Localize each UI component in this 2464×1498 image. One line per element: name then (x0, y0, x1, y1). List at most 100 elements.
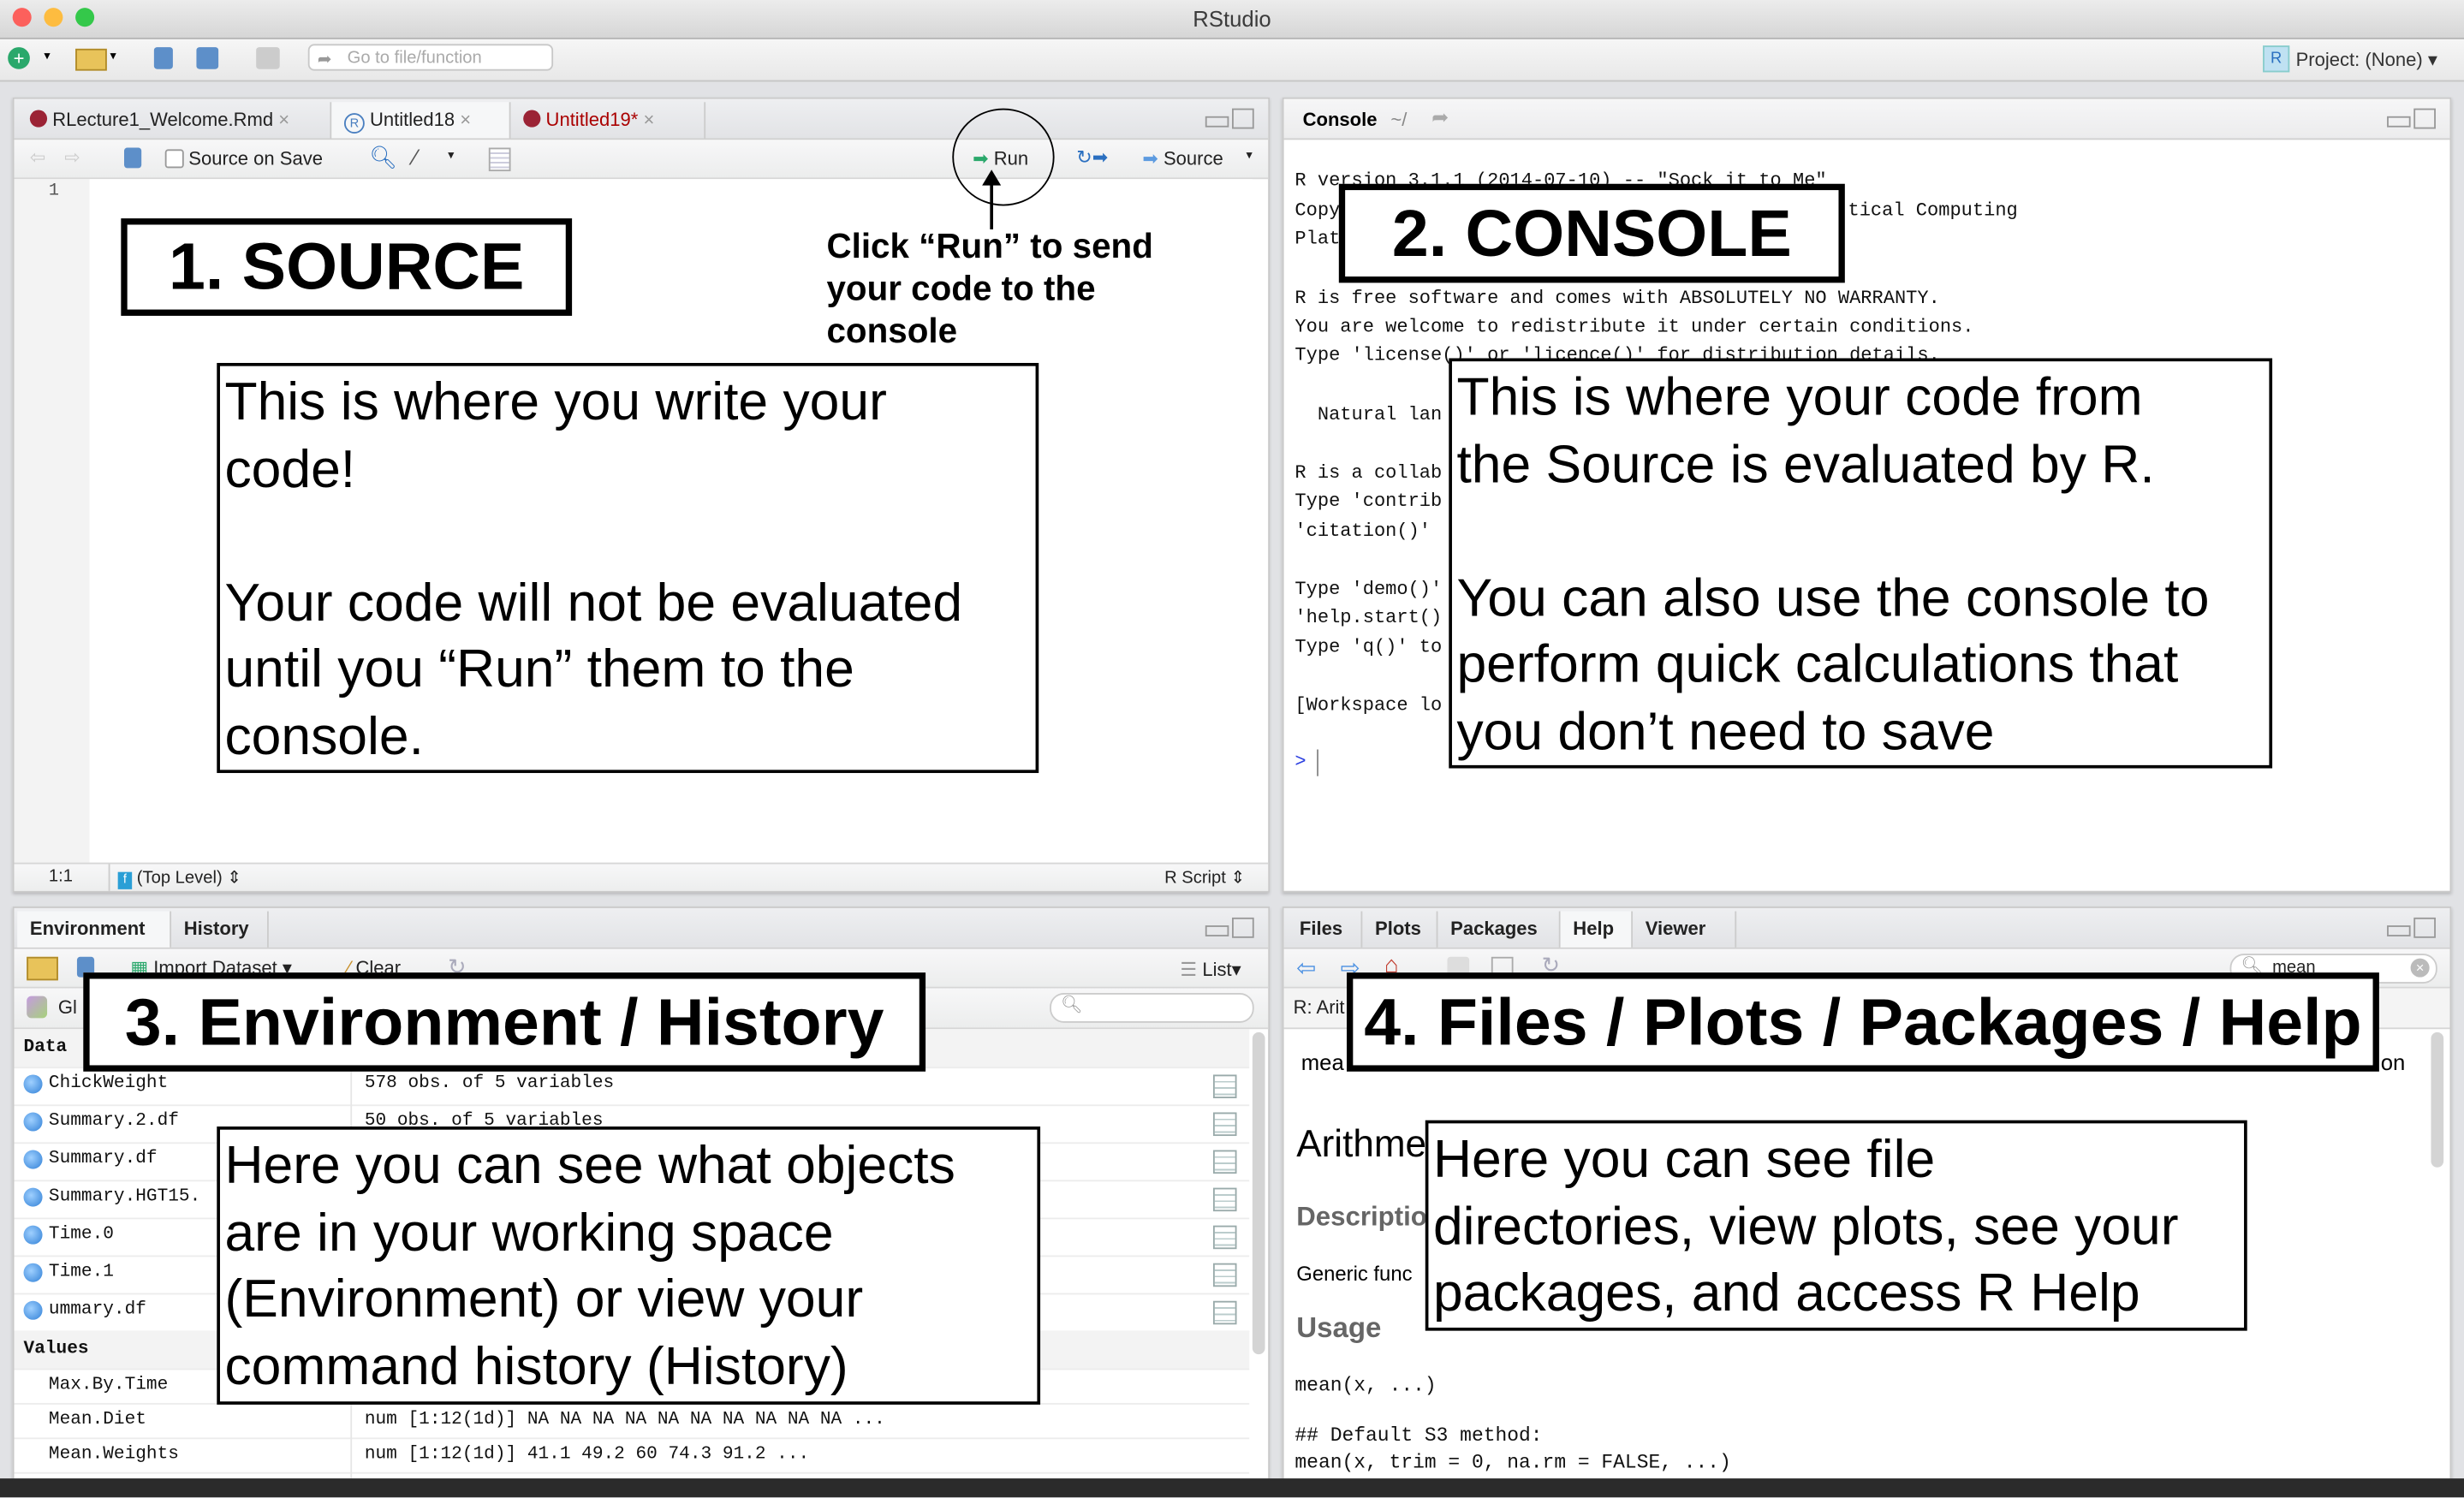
window-title: RStudio (1193, 6, 1271, 32)
annotation-source-title: 1. SOURCE (121, 218, 573, 316)
cursor-position: 1:1 (48, 867, 73, 887)
chevron-down-icon[interactable]: ▾ (110, 49, 116, 63)
expand-icon[interactable] (23, 1187, 43, 1207)
console-line: You are welcome to redistribute it under… (1294, 315, 1974, 338)
close-tab-icon[interactable]: × (278, 109, 289, 131)
environment-search-input[interactable]: 🔍︎ (1050, 993, 1254, 1023)
expand-icon[interactable] (23, 1225, 43, 1245)
go-to-directory-icon[interactable]: ➦ (1431, 105, 1449, 130)
source-button[interactable]: ➡ Source (1142, 148, 1223, 170)
expand-icon[interactable] (23, 1300, 43, 1320)
project-menu[interactable]: Project: (None) ▾ (2296, 49, 2437, 71)
env-row[interactable]: Mean.Weights num [1:12(1d)] 41.1 49.2 60 … (14, 1437, 1250, 1474)
go-to-file-input[interactable]: Go to file/function (307, 44, 554, 71)
console-line: 'help.start() (1294, 606, 1443, 629)
chevron-down-icon[interactable]: ▾ (448, 148, 454, 163)
arrow-icon: ➦ (317, 50, 332, 69)
line-number: 1 (48, 181, 60, 201)
source-arrow-icon: ➡ (1142, 147, 1158, 170)
line-gutter: 1 (14, 179, 90, 863)
main-toolbar: + ▾ ▾ Go to file/function ➦ R Project: (… (0, 39, 2464, 82)
global-environment-icon (27, 996, 48, 1019)
console-line: Type 'demo()' (1294, 578, 1443, 601)
expand-icon[interactable] (23, 1112, 43, 1132)
minimize-maximize-icon[interactable] (2387, 917, 2437, 938)
print-icon[interactable] (256, 47, 280, 69)
forward-icon[interactable]: ⇨ (64, 146, 80, 169)
close-tab-icon[interactable]: × (643, 109, 654, 131)
tab-history[interactable]: History (171, 911, 269, 948)
function-icon: f (117, 871, 133, 889)
save-icon[interactable] (153, 47, 173, 69)
rmd-file-icon (29, 110, 48, 128)
tab-environment[interactable]: Environment (17, 911, 172, 948)
console-header: Console ~/ ➦ (1283, 98, 2450, 140)
load-workspace-icon[interactable] (27, 956, 58, 981)
source-tabs: RLecture1_Welcome.Rmd × R Untitled18 × U… (14, 98, 1269, 140)
arrow-line (990, 181, 994, 229)
annotation-run-hint: Click “Run” to send your code to the conso… (826, 226, 1153, 351)
environment-scope-selector[interactable]: Gl (58, 996, 77, 1019)
annotation-files-desc: Here you can see file directories, view p… (1425, 1120, 2247, 1331)
back-icon[interactable]: ⇦ (1296, 954, 1316, 982)
scope-selector[interactable]: f (Top Level) ⇕ (117, 867, 241, 889)
close-tab-icon[interactable]: × (460, 109, 471, 131)
chevron-down-icon[interactable]: ▾ (1247, 148, 1253, 163)
save-icon[interactable] (124, 147, 142, 169)
rerun-icon[interactable]: ↻➡ (1076, 146, 1108, 169)
tab-untitled19[interactable]: Untitled19* × (511, 102, 706, 139)
view-table-icon[interactable] (1212, 1225, 1237, 1250)
view-mode-selector[interactable]: ☰ List▾ (1180, 959, 1241, 981)
expand-icon[interactable] (23, 1074, 43, 1094)
minimize-maximize-icon[interactable] (1205, 917, 1256, 938)
console-prompt: > (1294, 751, 1306, 774)
back-icon[interactable]: ⇦ (30, 146, 45, 169)
new-file-icon[interactable]: + (8, 47, 30, 69)
expand-icon[interactable] (23, 1263, 43, 1282)
compile-notebook-icon[interactable] (488, 147, 511, 172)
save-all-icon[interactable] (196, 47, 219, 69)
source-on-save-label: Source on Save (188, 147, 323, 170)
search-icon[interactable]: 🔍︎ (369, 145, 397, 171)
dock-edge (0, 1478, 2464, 1498)
tab-plots[interactable]: Plots (1362, 911, 1438, 948)
open-folder-icon[interactable] (75, 48, 107, 71)
working-directory: ~/ (1390, 108, 1408, 131)
tab-help[interactable]: Help (1560, 911, 1634, 948)
tab-untitled18[interactable]: R Untitled18 × (331, 102, 511, 139)
clear-search-icon[interactable]: × (2410, 958, 2430, 978)
console-line: R is a collab (1294, 461, 1443, 484)
minimize-maximize-icon[interactable] (2387, 108, 2437, 129)
console-title: Console (1302, 108, 1378, 131)
view-table-icon[interactable] (1212, 1187, 1237, 1212)
minimize-maximize-icon[interactable] (1205, 108, 1256, 129)
expand-icon[interactable] (23, 1150, 43, 1169)
view-table-icon[interactable] (1212, 1300, 1237, 1325)
tab-packages[interactable]: Packages (1437, 911, 1561, 948)
annotation-files-title: 4. Files / Plots / Packages / Help (1346, 972, 2379, 1072)
annotation-console-title: 2. CONSOLE (1338, 183, 1845, 283)
rstudio-window: RStudio + ▾ ▾ Go to file/function ➦ R Pr… (0, 0, 2464, 1498)
search-icon: 🔍︎ (1060, 996, 1083, 1015)
tab-files[interactable]: Files (1287, 911, 1363, 948)
source-toolbar: ⇦ ⇨ Source on Save 🔍︎ ⁄ ▾ ➡ Run ↻➡ ➡ Sou… (14, 140, 1269, 180)
env-row[interactable]: Mean.Diet num [1:12(1d)] NA NA NA NA NA N… (14, 1403, 1250, 1440)
tab-viewer[interactable]: Viewer (1633, 911, 1737, 948)
source-on-save-checkbox[interactable] (164, 149, 184, 169)
view-table-icon[interactable] (1212, 1150, 1237, 1174)
scrollbar[interactable] (2431, 1031, 2444, 1168)
console-line: R is free software and comes with ABSOLU… (1294, 287, 1940, 310)
view-table-icon[interactable] (1212, 1074, 1237, 1098)
env-row[interactable]: ChickWeight 578 obs. of 5 variables (14, 1067, 1250, 1107)
view-table-icon[interactable] (1212, 1263, 1237, 1287)
chevron-down-icon[interactable]: ▾ (44, 49, 50, 63)
file-type-selector[interactable]: R Script ⇕ (1164, 867, 1245, 888)
annotation-environment-desc: Here you can see what objects are in your… (217, 1126, 1041, 1405)
scrollbar[interactable] (1252, 1031, 1265, 1355)
console-line: 'citation()' (1294, 520, 1431, 543)
view-table-icon[interactable] (1212, 1112, 1237, 1137)
tab-rlecture1[interactable]: RLecture1_Welcome.Rmd × (17, 102, 332, 139)
magic-wand-icon[interactable]: ⁄ (414, 145, 417, 169)
text-cursor (1317, 749, 1318, 776)
console-line: Plat (1294, 228, 1341, 250)
